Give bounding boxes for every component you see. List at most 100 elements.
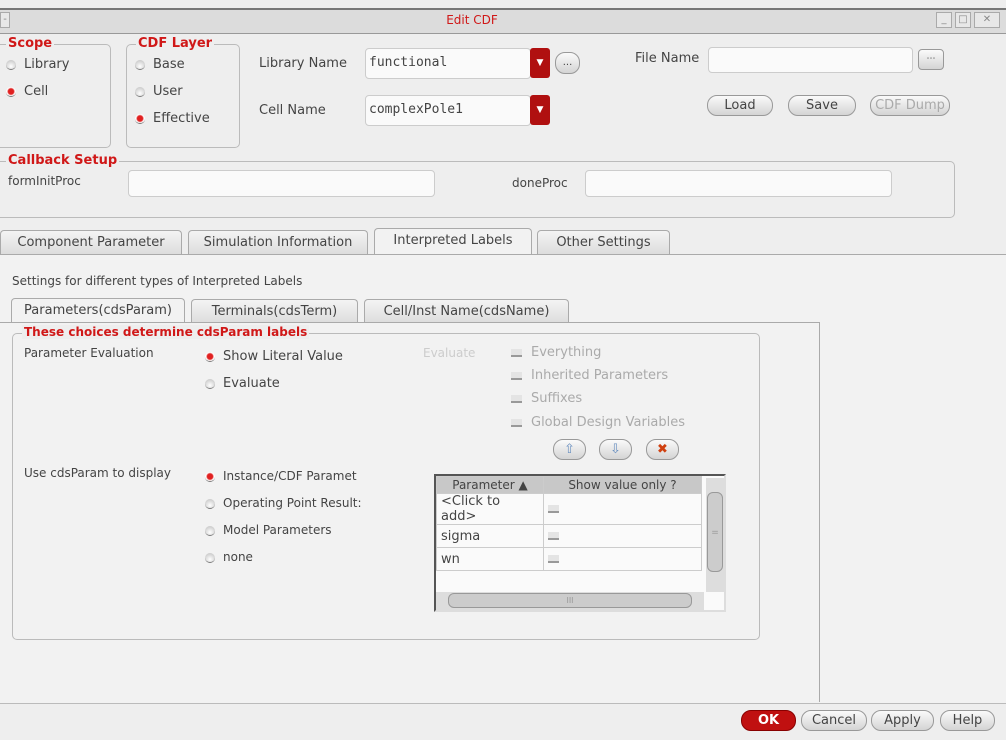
radio-icon xyxy=(205,471,215,482)
radio-icon xyxy=(205,351,215,362)
checkbox-icon xyxy=(511,394,522,403)
tab-component-parameter[interactable]: Component Parameter xyxy=(0,230,182,254)
vertical-scroll-thumb[interactable]: = xyxy=(707,492,723,572)
column-header-parameter[interactable]: Parameter ▲ xyxy=(436,476,544,494)
cell-name-label: Cell Name xyxy=(259,103,326,118)
radio-label: Show Literal Value xyxy=(223,349,343,364)
radio-icon xyxy=(205,552,215,563)
operating-point-radio[interactable]: Operating Point Result: xyxy=(205,496,362,510)
cdf-layer-label: CDF Layer xyxy=(136,36,215,51)
checkbox-icon xyxy=(511,371,522,380)
callback-label: Callback Setup xyxy=(6,153,120,168)
everything-checkbox[interactable]: Everything xyxy=(511,345,601,360)
settings-description: Settings for different types of Interpre… xyxy=(12,274,303,288)
library-dropdown-button[interactable]: ▼ xyxy=(530,48,550,78)
library-name-label: Library Name xyxy=(259,56,347,71)
subtab-terminals[interactable]: Terminals(cdsTerm) xyxy=(191,299,358,323)
checkbox-label: Global Design Variables xyxy=(531,415,686,430)
radio-label: Operating Point Result: xyxy=(223,496,362,510)
model-parameters-radio[interactable]: Model Parameters xyxy=(205,523,332,537)
table-row[interactable]: wn xyxy=(436,547,702,571)
radio-label: Base xyxy=(153,57,185,72)
global-design-variables-checkbox[interactable]: Global Design Variables xyxy=(511,415,685,430)
arrow-down-icon: ⇩ xyxy=(610,442,621,457)
show-value-checkbox[interactable] xyxy=(548,532,559,540)
delete-x-icon: ✖ xyxy=(657,442,668,457)
window-title: Edit CDF xyxy=(446,13,498,27)
none-radio[interactable]: none xyxy=(205,550,253,564)
tab-simulation-information[interactable]: Simulation Information xyxy=(188,230,368,254)
subtab-parameters[interactable]: Parameters(cdsParam) xyxy=(11,298,185,322)
file-name-label: File Name xyxy=(635,51,700,66)
show-literal-value-radio[interactable]: Show Literal Value xyxy=(205,349,343,364)
cdf-dump-button[interactable]: CDF Dump xyxy=(870,95,950,116)
done-proc-input[interactable] xyxy=(585,170,892,197)
ok-button[interactable]: OK xyxy=(741,710,796,731)
parameter-cell[interactable]: sigma xyxy=(436,524,544,548)
table-row[interactable]: sigma xyxy=(436,524,702,548)
subtab-cell-inst-name[interactable]: Cell/Inst Name(cdsName) xyxy=(364,299,569,323)
radio-label: Instance/CDF Paramet xyxy=(223,469,357,483)
radio-icon xyxy=(135,113,145,124)
checkbox-icon xyxy=(511,348,522,357)
parameter-cell[interactable]: <Click to add> xyxy=(436,493,544,525)
suffixes-checkbox[interactable]: Suffixes xyxy=(511,391,582,406)
vertical-scrollbar[interactable]: = xyxy=(706,478,724,592)
maximize-button[interactable]: □ xyxy=(955,12,971,28)
instance-cdf-radio[interactable]: Instance/CDF Paramet xyxy=(205,469,357,483)
radio-icon xyxy=(135,59,145,70)
done-proc-label: doneProc xyxy=(512,176,568,190)
checkbox-label: Suffixes xyxy=(531,391,583,406)
radio-icon xyxy=(135,86,145,97)
checkbox-label: Everything xyxy=(531,345,602,360)
show-value-checkbox[interactable] xyxy=(548,505,559,513)
file-browse-button[interactable]: ⋯ xyxy=(918,49,944,70)
evaluate-radio[interactable]: Evaluate xyxy=(205,376,280,391)
move-down-button[interactable]: ⇩ xyxy=(599,439,632,460)
save-button[interactable]: Save xyxy=(788,95,856,116)
library-browse-button[interactable]: ... xyxy=(555,52,580,74)
tab-interpreted-labels[interactable]: Interpreted Labels xyxy=(374,228,532,255)
apply-button[interactable]: Apply xyxy=(871,710,934,731)
column-header-show-value[interactable]: Show value only ? xyxy=(543,476,702,494)
radio-label: Cell xyxy=(24,84,49,99)
radio-label: User xyxy=(153,84,183,99)
file-name-input[interactable] xyxy=(708,47,913,73)
horizontal-scroll-thumb[interactable]: III xyxy=(448,593,692,608)
parameter-evaluation-label: Parameter Evaluation xyxy=(24,346,154,360)
cell-name-input[interactable]: complexPole1 xyxy=(365,95,531,126)
close-button[interactable]: ✕ xyxy=(974,12,1000,28)
radio-icon xyxy=(205,498,215,509)
scope-cell-radio[interactable]: Cell xyxy=(6,84,48,99)
radio-icon xyxy=(205,525,215,536)
scope-library-radio[interactable]: Library xyxy=(6,57,69,72)
radio-icon xyxy=(6,86,16,97)
parameter-cell[interactable]: wn xyxy=(436,547,544,571)
show-value-checkbox[interactable] xyxy=(548,555,559,563)
library-name-input[interactable]: functional xyxy=(365,48,531,79)
scope-label: Scope xyxy=(6,36,55,51)
table-row[interactable]: <Click to add> xyxy=(436,493,702,525)
form-init-proc-input[interactable] xyxy=(128,170,435,197)
layer-user-radio[interactable]: User xyxy=(135,84,183,99)
checkbox-icon xyxy=(511,418,522,427)
move-up-button[interactable]: ⇧ xyxy=(553,439,586,460)
layer-effective-radio[interactable]: Effective xyxy=(135,111,210,126)
help-button[interactable]: Help xyxy=(940,710,995,731)
use-cdsparam-label: Use cdsParam to display xyxy=(24,466,172,480)
radio-label: Library xyxy=(24,57,70,72)
cancel-button[interactable]: Cancel xyxy=(801,710,867,731)
radio-icon xyxy=(6,59,16,70)
delete-button[interactable]: ✖ xyxy=(646,439,679,460)
radio-label: none xyxy=(223,550,253,564)
parameter-table: Parameter ▲ Show value only ? <Click to a… xyxy=(434,474,726,612)
cell-dropdown-button[interactable]: ▼ xyxy=(530,95,550,125)
layer-base-radio[interactable]: Base xyxy=(135,57,185,72)
arrow-up-icon: ⇧ xyxy=(564,442,575,457)
load-button[interactable]: Load xyxy=(707,95,773,116)
checkbox-label: Inherited Parameters xyxy=(531,368,669,383)
horizontal-scrollbar[interactable]: III xyxy=(436,592,704,610)
tab-other-settings[interactable]: Other Settings xyxy=(537,230,670,254)
minimize-button[interactable]: _ xyxy=(936,12,952,28)
inherited-parameters-checkbox[interactable]: Inherited Parameters xyxy=(511,368,668,383)
